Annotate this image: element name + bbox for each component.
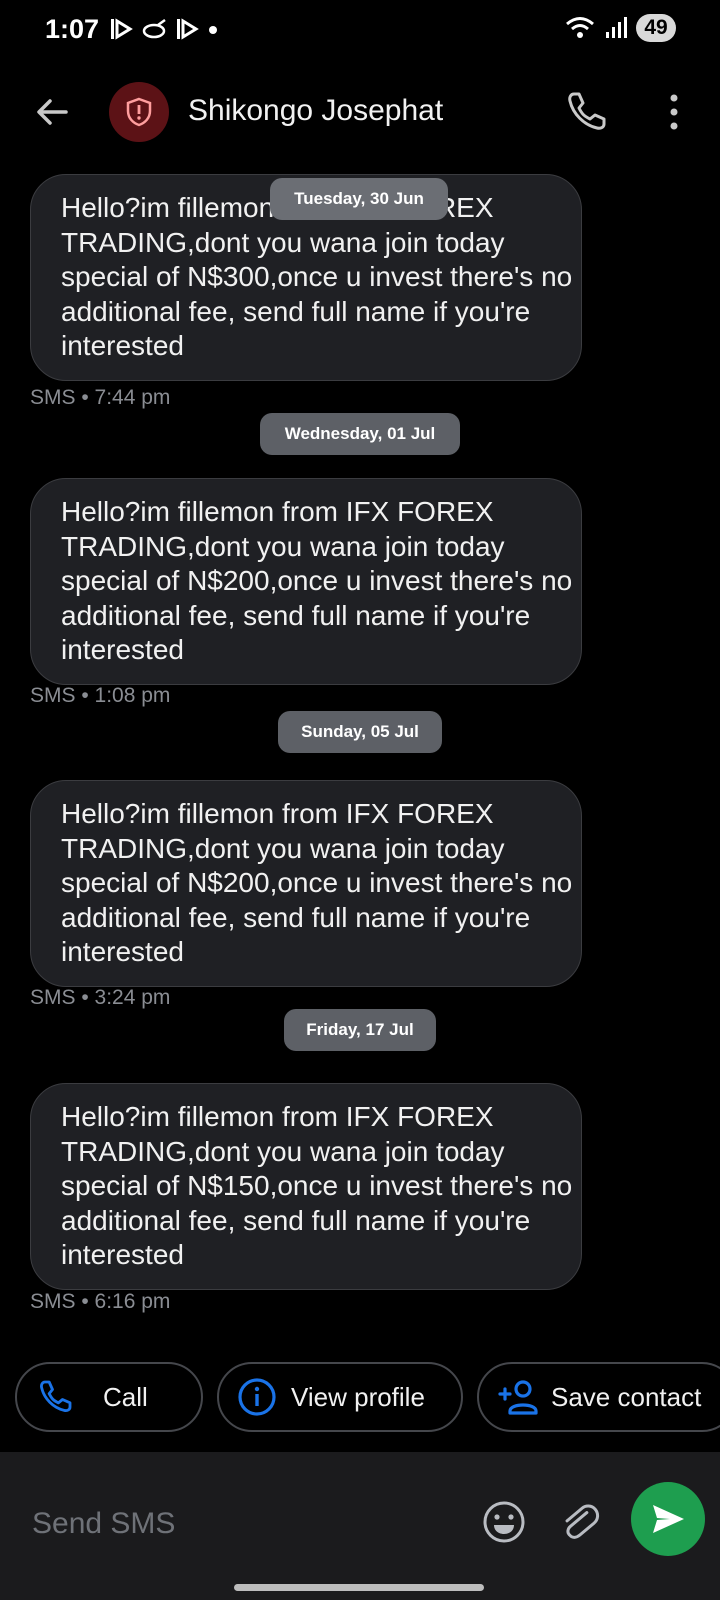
paperclip-icon[interactable] xyxy=(556,1498,604,1546)
date-chip: Friday, 17 Jul xyxy=(284,1009,436,1051)
call-action-button[interactable]: Call xyxy=(15,1362,203,1432)
save-contact-label: Save contact xyxy=(551,1381,702,1412)
home-indicator xyxy=(234,1584,484,1591)
bird-notification-icon xyxy=(142,18,166,39)
message-bubble[interactable]: Hello?im fillemon from IFX FOREX TRADING… xyxy=(30,780,582,987)
send-icon xyxy=(653,1505,684,1533)
play-notification-icon xyxy=(177,18,199,40)
wifi-icon xyxy=(566,17,594,38)
shield-icon xyxy=(126,97,152,127)
phone-icon[interactable] xyxy=(562,88,610,136)
message-composer xyxy=(0,1452,720,1600)
dot-icon xyxy=(209,26,217,34)
notification-icons xyxy=(108,16,220,42)
status-time: 1:07 xyxy=(45,14,100,44)
message-list[interactable]: Hello?im fillemon from IFX FOREX TRADING… xyxy=(0,160,720,1340)
message-meta: SMS • 6:16 pm xyxy=(30,1290,171,1313)
message-meta: SMS • 3:24 pm xyxy=(30,986,171,1009)
info-icon xyxy=(238,1378,276,1416)
person-add-icon xyxy=(498,1380,538,1415)
sms-input[interactable] xyxy=(30,1502,454,1546)
view-profile-button[interactable]: View profile xyxy=(217,1362,463,1432)
contact-name[interactable]: Shikongo Josephat xyxy=(188,94,443,128)
phone-icon xyxy=(40,1380,72,1412)
date-chip: Wednesday, 01 Jul xyxy=(260,413,460,455)
more-vert-icon[interactable] xyxy=(656,88,692,136)
emoji-icon[interactable] xyxy=(480,1498,528,1546)
suggestion-actions: Call View profile Save contact xyxy=(0,1362,720,1436)
save-contact-button[interactable]: Save contact xyxy=(477,1362,720,1432)
battery-indicator: 49 xyxy=(636,14,676,42)
message-meta: SMS • 1:08 pm xyxy=(30,684,171,707)
status-bar: 1:07 49 xyxy=(0,0,720,64)
message-bubble[interactable]: Hello?im fillemon from IFX FOREX TRADING… xyxy=(30,478,582,685)
system-icons: 49 xyxy=(564,14,676,42)
back-arrow-icon[interactable] xyxy=(30,90,74,134)
conversation-header: Shikongo Josephat xyxy=(0,70,720,154)
call-action-label: Call xyxy=(103,1381,148,1412)
view-profile-label: View profile xyxy=(291,1381,425,1412)
message-bubble[interactable]: Hello?im fillemon from IFX FOREX TRADING… xyxy=(30,1083,582,1290)
play-notification-icon xyxy=(111,18,133,40)
date-chip: Tuesday, 30 Jun xyxy=(270,178,448,220)
date-chip: Sunday, 05 Jul xyxy=(278,711,442,753)
signal-icon xyxy=(606,17,627,38)
contact-avatar[interactable] xyxy=(109,82,169,142)
message-meta: SMS • 7:44 pm xyxy=(30,386,171,409)
send-button[interactable] xyxy=(631,1482,705,1556)
